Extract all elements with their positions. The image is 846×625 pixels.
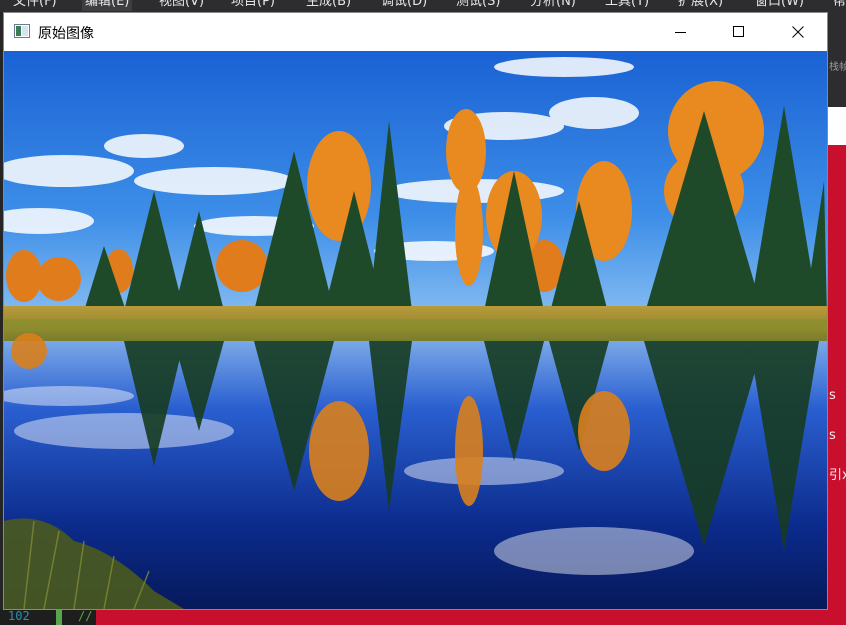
minimize-icon [675,32,686,33]
menu-file[interactable]: 文件(F) [10,0,60,11]
menu-analyze[interactable]: 分析(N) [527,0,579,11]
ide-right-white-block [828,107,846,145]
editor-highlight [96,610,846,625]
menu-debug[interactable]: 调试(D) [378,0,430,11]
menu-test[interactable]: 测试(S) [453,0,503,11]
window-titlebar[interactable]: 原始图像 [4,13,827,51]
code-comment[interactable]: // [78,609,92,623]
menu-edit[interactable]: 编辑(E) [82,0,133,11]
maximize-icon [733,26,744,37]
menu-extensions[interactable]: 扩展(X) [675,0,726,11]
ide-menu-bar: 文件(F) 编辑(E) 视图(V) 项目(P) 生成(B) 调试(D) 测试(S… [0,0,846,12]
menu-window[interactable]: 窗口(W) [752,0,807,11]
image-window[interactable]: 原始图像 [3,12,828,610]
maximize-button[interactable] [710,13,768,51]
ide-side-text-1: s [829,388,836,403]
close-button[interactable] [769,13,827,51]
menu-project[interactable]: 项目(P) [228,0,278,11]
ide-side-text-3: 引ⅹ [829,468,846,483]
ide-side-label: 栈帧 [829,62,846,73]
change-marker [56,610,62,625]
menu-tools[interactable]: 工具(T) [602,0,652,11]
menu-view[interactable]: 视图(V) [156,0,207,11]
image-window-icon [14,24,30,38]
line-number: 102 [8,609,30,623]
menu-build[interactable]: 生成(B) [303,0,354,11]
close-icon [792,26,804,38]
landscape-photo [4,51,827,609]
ide-side-text-2: s [829,428,836,443]
ide-editor-strip: 102 // [0,609,846,625]
minimize-button[interactable] [652,13,710,51]
menu-help[interactable]: 帮 [830,0,846,11]
ide-right-red-panel [828,145,846,625]
original-image [4,51,827,609]
window-title: 原始图像 [38,26,94,42]
